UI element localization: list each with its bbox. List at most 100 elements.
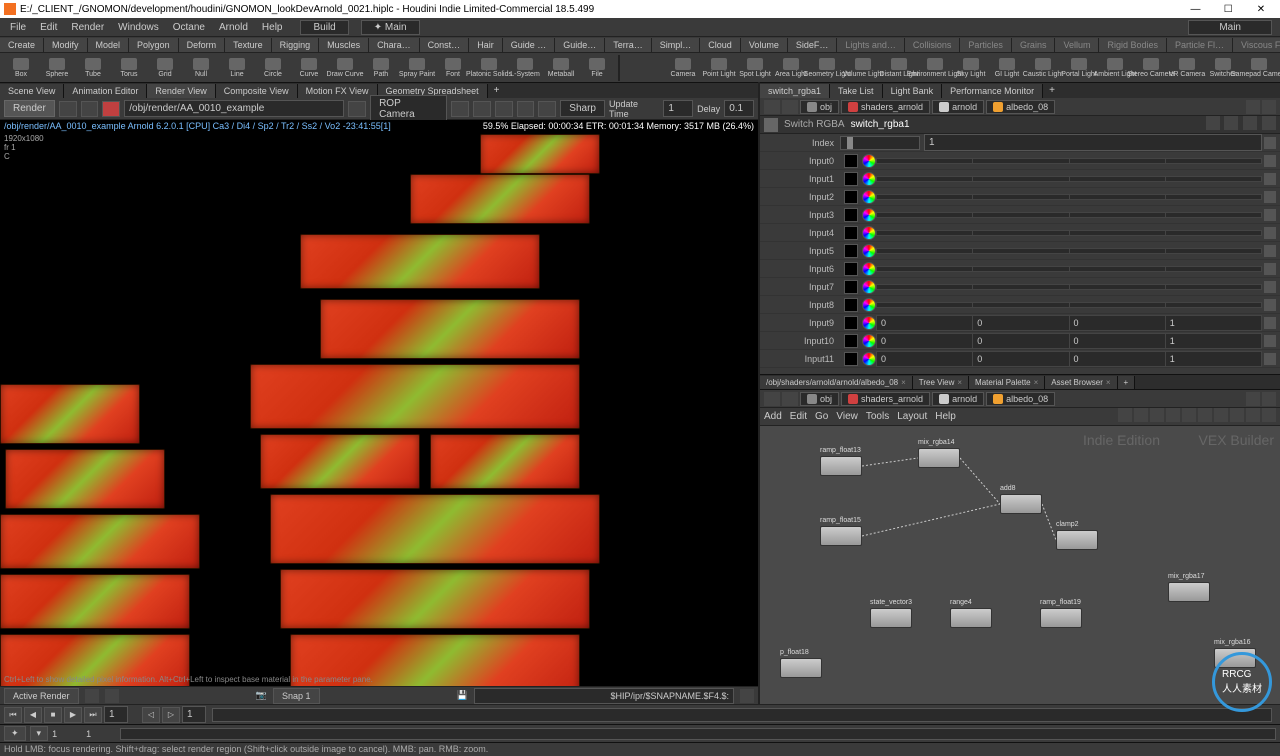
param-value-input[interactable] <box>1166 266 1262 272</box>
param-gear-icon[interactable] <box>1264 137 1276 149</box>
param-star-icon[interactable] <box>1206 116 1220 130</box>
param-value-input[interactable] <box>876 158 973 164</box>
path-segment[interactable]: obj <box>800 100 839 114</box>
lightbulb-icon[interactable] <box>495 101 513 117</box>
step-forward-button[interactable]: ▷ <box>162 707 180 723</box>
network-node[interactable] <box>918 448 960 468</box>
shelf-tab[interactable]: Model <box>88 38 130 52</box>
tool-tube[interactable]: Tube <box>76 54 110 82</box>
network-menu-edit[interactable]: Edit <box>790 411 807 422</box>
tool-geometry-light[interactable]: Geometry Light <box>810 54 844 82</box>
param-value-input[interactable] <box>876 176 973 182</box>
save-icon[interactable]: 💾 <box>457 690 468 701</box>
menu-file[interactable]: File <box>4 20 32 35</box>
network-toolbar-icon[interactable] <box>1134 408 1148 422</box>
param-value-input[interactable] <box>1070 194 1166 200</box>
update-time-input[interactable]: 1 <box>663 100 693 117</box>
network-node[interactable] <box>1000 494 1042 514</box>
network-node[interactable] <box>950 608 992 628</box>
param-gear-icon[interactable] <box>1264 281 1276 293</box>
param-gear-icon[interactable] <box>1264 245 1276 257</box>
shelf-tab[interactable]: Volume <box>741 38 788 52</box>
color-chip[interactable] <box>844 244 858 258</box>
param-value-input[interactable]: 0 <box>1070 333 1166 349</box>
param-value-input[interactable] <box>1070 158 1166 164</box>
network-toolbar-icon[interactable] <box>1262 408 1276 422</box>
param-gear-icon[interactable] <box>1264 263 1276 275</box>
path-segment[interactable]: arnold <box>932 392 984 406</box>
network-node[interactable] <box>820 456 862 476</box>
shelf-tab[interactable]: Hair <box>469 38 503 52</box>
color-chip[interactable] <box>844 334 858 348</box>
color-wheel-icon[interactable] <box>862 190 876 204</box>
color-wheel-icon[interactable] <box>862 316 876 330</box>
play-forward-button[interactable]: ▶ <box>64 707 82 723</box>
param-value-input[interactable] <box>876 302 973 308</box>
color-wheel-icon[interactable] <box>862 280 876 294</box>
param-value-input[interactable] <box>1070 212 1166 218</box>
menu-edit[interactable]: Edit <box>34 20 63 35</box>
pane-tab[interactable]: Motion FX View <box>298 84 378 98</box>
stop-icon[interactable] <box>102 101 120 117</box>
param-value-input[interactable] <box>973 302 1069 308</box>
tool-curve[interactable]: Curve <box>292 54 326 82</box>
network-toolbar-icon[interactable] <box>1198 408 1212 422</box>
index-slider[interactable] <box>840 136 920 150</box>
shelf-tab[interactable]: Create <box>0 38 44 52</box>
network-node[interactable] <box>1056 530 1098 550</box>
refresh-icon[interactable] <box>81 101 99 117</box>
param-value-input[interactable]: 0 <box>1070 315 1166 331</box>
nextsnap-icon[interactable] <box>105 689 119 703</box>
render-view[interactable]: /obj/render/AA_0010_example Arnold 6.2.0… <box>0 120 758 686</box>
tool-line[interactable]: Line <box>220 54 254 82</box>
param-value-input[interactable]: 1 <box>1166 351 1262 367</box>
color-chip[interactable] <box>844 280 858 294</box>
lock-camera-icon[interactable] <box>451 101 469 117</box>
pin-icon[interactable] <box>1246 392 1260 406</box>
param-value-input[interactable] <box>973 266 1069 272</box>
aov-icon[interactable] <box>473 101 491 117</box>
param-value-input[interactable] <box>1166 176 1262 182</box>
snap-icon[interactable]: 📷 <box>256 690 267 701</box>
tool-box[interactable]: Box <box>4 54 38 82</box>
pane-tab[interactable]: Take List <box>830 84 883 98</box>
pane-tab[interactable]: Scene View <box>0 84 64 98</box>
rop-path-input[interactable]: /obj/render/AA_0010_example <box>124 100 344 117</box>
snap-settings-icon[interactable] <box>740 689 754 703</box>
param-gear-icon[interactable] <box>1264 317 1276 329</box>
tool-vr-camera[interactable]: VR Camera <box>1170 54 1204 82</box>
color-chip[interactable] <box>844 316 858 330</box>
param-info-icon[interactable] <box>1262 116 1276 130</box>
snap-path-input[interactable]: $HIP/ipr/$SNAPNAME.$F4.$: <box>474 688 734 704</box>
param-value-input[interactable] <box>973 194 1069 200</box>
color-wheel-icon[interactable] <box>862 154 876 168</box>
param-value-input[interactable] <box>1166 248 1262 254</box>
param-value-input[interactable] <box>876 266 973 272</box>
tool-spot-light[interactable]: Spot Light <box>738 54 772 82</box>
network-menu-go[interactable]: Go <box>815 411 828 422</box>
add-tab-button[interactable]: + <box>1118 376 1136 389</box>
param-gear-icon[interactable] <box>1264 227 1276 239</box>
param-value-input[interactable] <box>973 230 1069 236</box>
param-value-input[interactable] <box>1166 212 1262 218</box>
shelf-tab[interactable]: Guide … <box>503 38 556 52</box>
color-chip[interactable] <box>844 226 858 240</box>
param-value-input[interactable] <box>1166 230 1262 236</box>
minimize-button[interactable]: — <box>1180 4 1210 15</box>
path-segment[interactable]: albedo_08 <box>986 100 1055 114</box>
tool-torus[interactable]: Torus <box>112 54 146 82</box>
timeline-track[interactable] <box>120 728 1276 740</box>
render-button[interactable]: Render <box>4 100 55 117</box>
network-node[interactable] <box>780 658 822 678</box>
back-button[interactable] <box>764 392 780 406</box>
param-value-input[interactable]: 0 <box>876 315 973 331</box>
shelf-tab[interactable]: Deform <box>179 38 226 52</box>
frame-slider[interactable] <box>212 708 1272 722</box>
color-wheel-icon[interactable] <box>862 226 876 240</box>
maximize-button[interactable]: ☐ <box>1213 4 1243 15</box>
network-menu-tools[interactable]: Tools <box>866 411 889 422</box>
menu-help[interactable]: Help <box>256 20 289 35</box>
color-wheel-icon[interactable] <box>862 334 876 348</box>
color-wheel-icon[interactable] <box>862 262 876 276</box>
pane-tab[interactable]: Performance Monitor <box>942 84 1043 98</box>
